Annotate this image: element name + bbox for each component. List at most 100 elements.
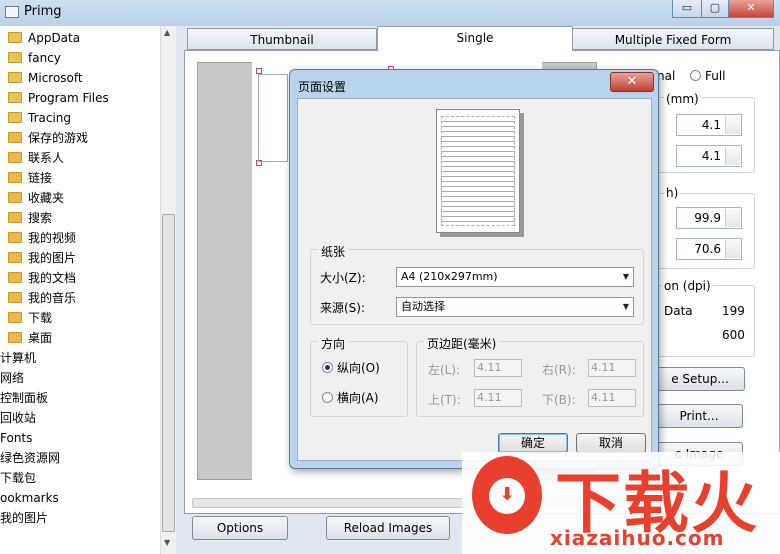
- margin-top-field[interactable]: 4.11: [474, 389, 522, 407]
- tree-item[interactable]: 下载: [8, 308, 52, 328]
- special-folder-icon: [8, 312, 22, 323]
- tree-item[interactable]: 我的音乐: [8, 288, 76, 308]
- tree-item[interactable]: Microsoft: [8, 68, 83, 88]
- margin-bottom-label: 下(B):: [542, 393, 576, 407]
- margins-group-title: 页边距(毫米): [424, 335, 500, 352]
- page-setup-button[interactable]: e Setup...: [655, 367, 745, 391]
- tree-item[interactable]: 计算机: [0, 348, 36, 368]
- tree-item[interactable]: 我的文档: [8, 268, 76, 288]
- margin-top-spinner[interactable]: 4.1: [676, 145, 742, 167]
- tree-item[interactable]: 我的图片: [8, 248, 76, 268]
- source-label: 来源(S):: [320, 301, 366, 315]
- width-spinner[interactable]: 99.9: [676, 207, 742, 229]
- tree-item[interactable]: ookmarks: [0, 488, 59, 508]
- tab-multiple-fixed-form[interactable]: Multiple Fixed Form: [572, 28, 774, 50]
- margin-left-spinner[interactable]: 4.1: [676, 114, 742, 136]
- tree-item[interactable]: fancy: [8, 48, 61, 68]
- tree-item[interactable]: Tracing: [8, 108, 71, 128]
- tree-item[interactable]: 搜索: [8, 208, 52, 228]
- tree-item[interactable]: 桌面: [8, 328, 52, 348]
- tree-item-label: 我的图片: [0, 511, 49, 525]
- tree-item-label: ookmarks: [0, 491, 59, 505]
- portrait-radio[interactable]: 纵向(O): [322, 359, 380, 376]
- paper-preview: [436, 109, 520, 233]
- data-label: Data: [664, 304, 693, 318]
- title-bar: Primg ▭ ▢ ✕: [0, 0, 780, 26]
- margin-right-label: 右(R):: [542, 363, 576, 377]
- resolution-group-title: on (dpi): [662, 279, 713, 293]
- window-title: Primg: [24, 4, 62, 19]
- print-button[interactable]: Print...: [655, 404, 743, 428]
- tree-item-label: Program Files: [28, 91, 109, 105]
- special-folder-icon: [8, 332, 22, 343]
- folder-icon: [8, 72, 22, 83]
- tab-thumbnail[interactable]: Thumbnail: [187, 28, 377, 50]
- tree-item[interactable]: 联系人: [8, 148, 64, 168]
- special-folder-icon: [8, 212, 22, 223]
- page-thumbnail-image: [258, 74, 288, 162]
- paper-content-lines: [441, 116, 515, 226]
- margin-group-title: (mm): [664, 92, 701, 106]
- tab-single[interactable]: Single: [377, 26, 573, 51]
- tree-item-label: 下载: [28, 311, 53, 325]
- special-folder-icon: [8, 172, 22, 183]
- tree-item[interactable]: 我的图片: [0, 508, 48, 528]
- tree-item[interactable]: 保存的游戏: [8, 128, 88, 148]
- scrollbar-thumb[interactable]: [162, 214, 175, 532]
- tree-item-label: Microsoft: [28, 71, 83, 85]
- reload-images-button[interactable]: Reload Images: [326, 516, 450, 540]
- scroll-down-icon[interactable]: ▼: [164, 538, 170, 547]
- tree-item[interactable]: 链接: [8, 168, 52, 188]
- paper-source-select[interactable]: 自动选择: [396, 297, 634, 317]
- tree-item-label: 收藏夹: [28, 191, 65, 205]
- tree-item-label: 我的图片: [28, 251, 77, 265]
- dialog-close-button[interactable]: ✕: [610, 72, 654, 92]
- maximize-button[interactable]: ▢: [701, 0, 729, 18]
- special-folder-icon: [8, 152, 22, 163]
- tree-item[interactable]: 收藏夹: [8, 188, 64, 208]
- tree-item[interactable]: 回收站: [0, 408, 36, 428]
- tree-item[interactable]: Fonts: [0, 428, 32, 448]
- close-button[interactable]: ✕: [728, 0, 774, 18]
- tree-item-label: 回收站: [0, 411, 37, 425]
- paper-size-select[interactable]: A4 (210x297mm): [396, 267, 634, 287]
- tree-item-label: Tracing: [28, 111, 72, 125]
- minimize-button[interactable]: ▭: [672, 0, 702, 18]
- tree-item-label: 联系人: [28, 151, 65, 165]
- options-button[interactable]: Options: [192, 516, 288, 540]
- tree-item[interactable]: Program Files: [8, 88, 109, 108]
- tree-item[interactable]: 网络: [0, 368, 24, 388]
- margin-left-label: 左(L):: [428, 363, 461, 377]
- tree-item[interactable]: 绿色资源网: [0, 448, 60, 468]
- margin-bottom-field[interactable]: 4.11: [588, 389, 636, 407]
- watermark-url: xiazaihuo.com: [550, 526, 725, 550]
- full-option[interactable]: Full: [690, 69, 726, 83]
- radio-icon[interactable]: [322, 392, 333, 403]
- folder-tree[interactable]: AppData fancy Microsoft Program Files Tracin…: [0, 26, 176, 554]
- tree-item-label: 计算机: [0, 351, 37, 365]
- dpi-value: 600: [722, 328, 745, 342]
- orientation-group-title: 方向: [318, 335, 349, 352]
- scroll-up-icon[interactable]: ▲: [164, 28, 170, 37]
- radio-selected-icon[interactable]: [322, 362, 333, 373]
- tree-item[interactable]: AppData: [8, 28, 80, 48]
- tree-item-label: 网络: [0, 371, 25, 385]
- folder-icon: [8, 32, 22, 43]
- paper-group-title: 纸张: [318, 243, 349, 260]
- tree-item[interactable]: 下载包: [0, 468, 36, 488]
- tree-item[interactable]: 控制面板: [0, 388, 48, 408]
- tree-item-label: 保存的游戏: [28, 131, 89, 145]
- tree-item-label: 桌面: [28, 331, 53, 345]
- special-folder-icon: [8, 132, 22, 143]
- tree-item[interactable]: 我的视频: [8, 228, 76, 248]
- tree-scrollbar[interactable]: ▲ ▼: [160, 26, 176, 554]
- landscape-radio[interactable]: 横向(A): [322, 389, 379, 406]
- height-spinner[interactable]: 70.6: [676, 238, 742, 260]
- tree-item-label: 我的文档: [28, 271, 77, 285]
- special-folder-icon: [8, 232, 22, 243]
- folder-icon: [8, 92, 22, 103]
- margin-left-field[interactable]: 4.11: [474, 359, 522, 377]
- tree-item-label: Fonts: [0, 431, 33, 445]
- margin-right-field[interactable]: 4.11: [588, 359, 636, 377]
- tree-item-label: fancy: [28, 51, 61, 65]
